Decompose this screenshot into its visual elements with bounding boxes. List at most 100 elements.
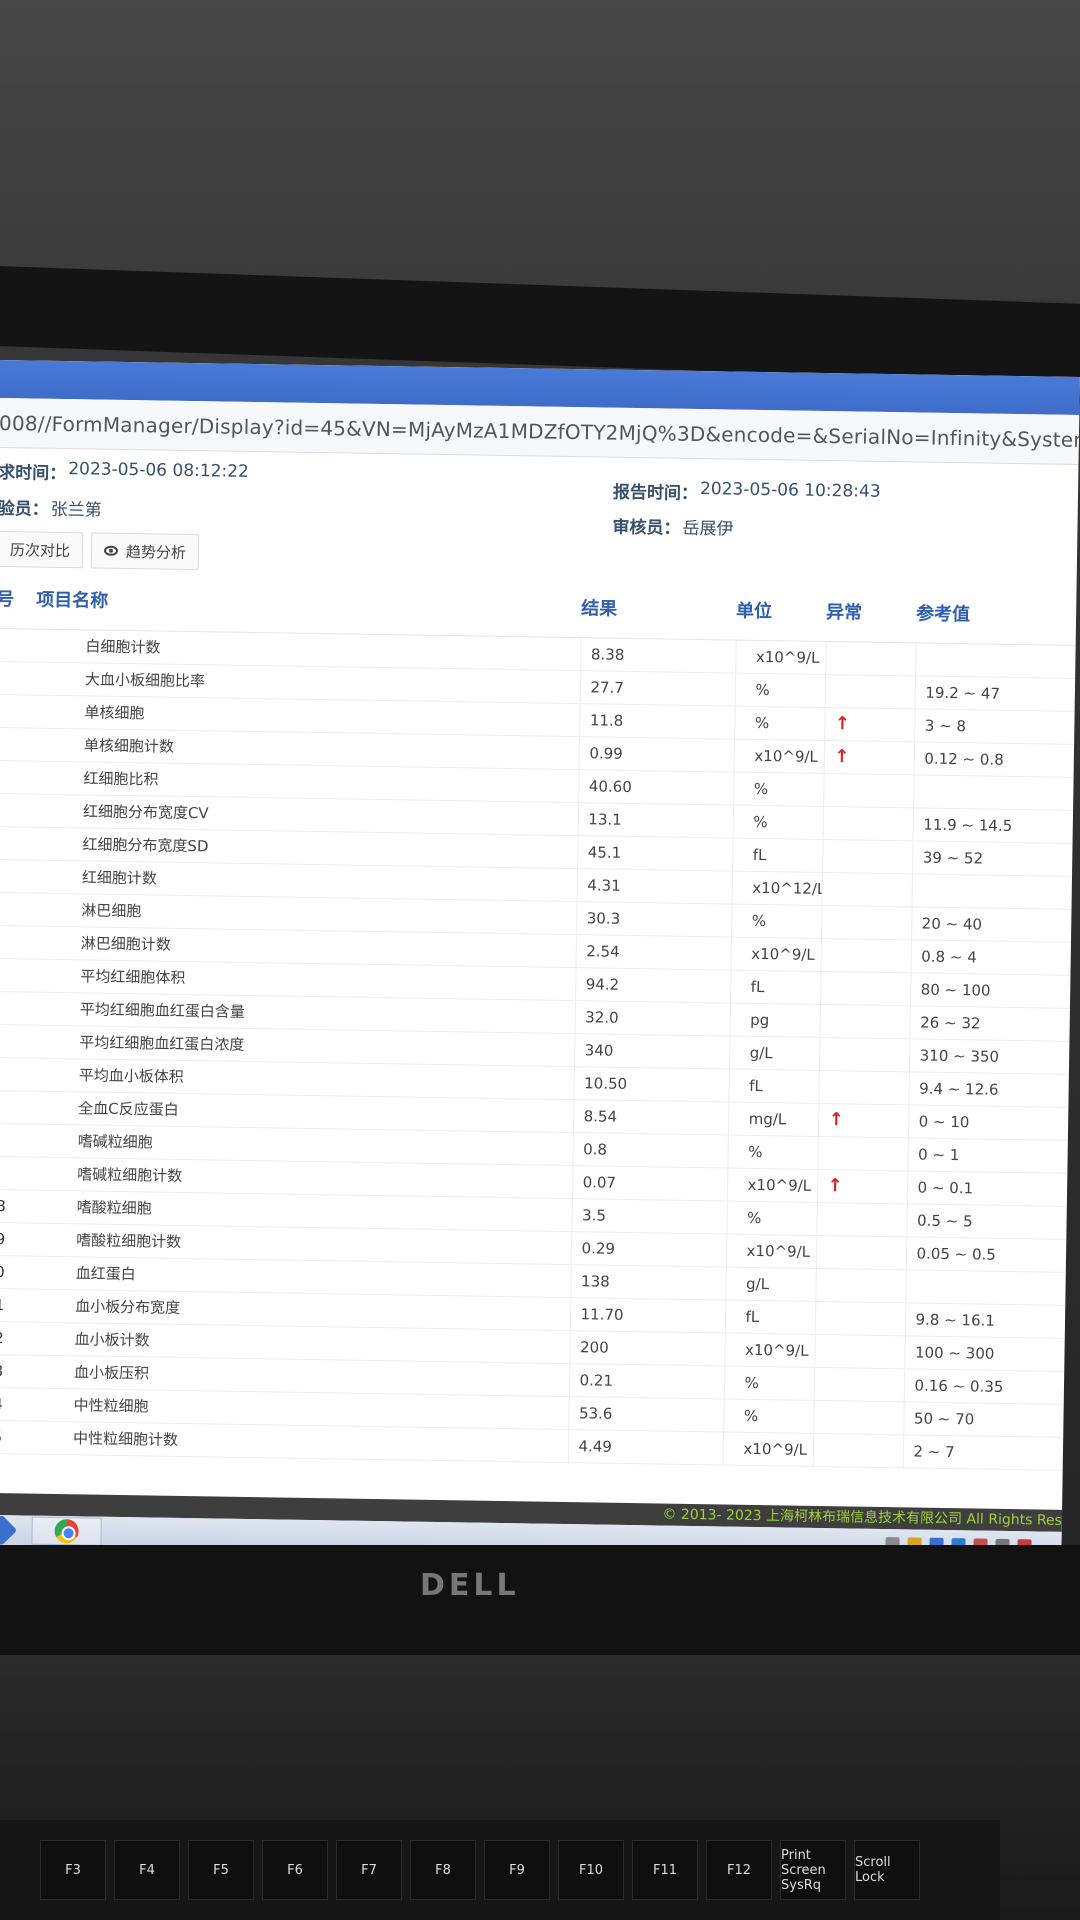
windows-start-icon xyxy=(0,1514,18,1546)
row-unit: % xyxy=(733,771,824,806)
row-reference xyxy=(905,1269,1066,1305)
header-index: 号 xyxy=(0,567,37,629)
row-abnormal: ↑ xyxy=(816,1168,908,1204)
address-bar-url[interactable]: 008//FormManager/Display?id=45&VN=MjAyMz… xyxy=(0,410,1079,452)
row-reference: 20 ~ 40 xyxy=(911,906,1072,942)
row-abnormal xyxy=(819,970,911,1006)
row-result: 8.38 xyxy=(580,637,736,673)
row-reference: 50 ~ 70 xyxy=(903,1401,1064,1437)
row-index: 7 xyxy=(0,1155,28,1190)
row-result: 2.54 xyxy=(575,934,732,970)
row-reference: 310 ~ 350 xyxy=(908,1038,1070,1074)
row-abnormal: ↑ xyxy=(823,739,915,775)
row-abnormal xyxy=(819,1003,910,1039)
request-time-value: 2023-05-06 08:12:22 xyxy=(68,459,249,482)
row-result: 340 xyxy=(573,1033,730,1069)
abnormal-up-arrow-icon xyxy=(824,779,834,800)
keyboard: F3 F4 F5 F6 F7 F8 F9 F10 F11 F12 Print Screen SysR… xyxy=(0,1820,1000,1920)
row-index: 1 xyxy=(0,957,31,992)
row-unit: % xyxy=(731,903,822,938)
reviewer: 审核员： 岳展伊 xyxy=(612,513,733,540)
row-unit: % xyxy=(734,672,826,707)
row-result: 40.60 xyxy=(578,769,734,805)
copyright-text: © 2013- 2023 上海柯林布瑞信息技术有限公司 All Rights R… xyxy=(662,1506,1063,1529)
row-abnormal xyxy=(825,641,916,676)
abnormal-up-arrow-icon xyxy=(823,812,833,833)
keyboard-key[interactable]: F3 xyxy=(40,1840,106,1900)
abnormal-up-arrow-icon xyxy=(815,1340,825,1361)
request-time-label: 求时间： xyxy=(0,462,67,485)
row-result: 10.50 xyxy=(573,1066,729,1102)
row-result: 45.1 xyxy=(577,835,733,871)
keyboard-key[interactable]: F9 xyxy=(484,1840,550,1900)
row-abnormal xyxy=(820,937,912,973)
row-unit: pg xyxy=(729,1002,820,1037)
row-index xyxy=(0,924,32,959)
row-abnormal: ↑ xyxy=(824,706,915,742)
abnormal-up-arrow-icon xyxy=(815,1307,825,1328)
abnormal-up-arrow-icon xyxy=(816,1274,826,1295)
row-index: 23 xyxy=(0,1353,25,1388)
row-result: 0.07 xyxy=(571,1165,728,1201)
keyboard-key[interactable]: F10 xyxy=(558,1840,624,1900)
abnormal-up-arrow-icon xyxy=(821,944,831,965)
keyboard-key[interactable]: F4 xyxy=(114,1840,180,1900)
tester-label: 验员： xyxy=(0,498,49,520)
row-index: 19 xyxy=(0,1221,27,1256)
row-abnormal xyxy=(814,1333,905,1369)
abnormal-up-arrow-icon xyxy=(816,1241,826,1262)
keyboard-key[interactable]: F7 xyxy=(336,1840,402,1900)
row-reference: 0.05 ~ 0.5 xyxy=(905,1236,1067,1272)
row-unit: x10^9/L xyxy=(733,738,825,773)
history-compare-button[interactable]: 历次对比 xyxy=(0,530,84,569)
abnormal-up-arrow-icon xyxy=(822,911,832,932)
row-index: 25 xyxy=(0,1419,24,1454)
row-unit: x10^9/L xyxy=(730,936,822,971)
monitor-brand-logo: DELL xyxy=(420,1568,520,1603)
row-abnormal xyxy=(818,1069,909,1105)
chrome-taskbar-button[interactable] xyxy=(31,1516,102,1546)
trend-analysis-button[interactable]: 趋势分析 xyxy=(90,532,200,571)
row-index: 20 xyxy=(0,1254,26,1289)
row-reference: 0 ~ 0.1 xyxy=(906,1170,1068,1206)
row-unit: x10^12/L xyxy=(731,870,823,905)
abnormal-up-arrow-icon xyxy=(817,1208,827,1229)
row-abnormal xyxy=(813,1366,905,1402)
row-index: 18 xyxy=(0,1188,27,1223)
report-toolbar: 历次对比 趋势分析 xyxy=(0,530,200,571)
start-button[interactable] xyxy=(0,1514,22,1546)
row-abnormal xyxy=(816,1201,907,1237)
keyboard-key[interactable]: Scroll Lock xyxy=(854,1840,920,1900)
abnormal-up-arrow-icon xyxy=(814,1373,824,1394)
abnormal-up-arrow-icon: ↑ xyxy=(834,713,851,735)
row-unit: % xyxy=(723,1398,814,1433)
abnormal-up-arrow-icon xyxy=(814,1406,824,1427)
reviewer-value: 岳展伊 xyxy=(682,518,734,540)
row-unit: % xyxy=(727,1134,818,1169)
row-result: 11.8 xyxy=(579,703,735,739)
row-abnormal xyxy=(815,1234,907,1270)
keyboard-key[interactable]: F11 xyxy=(632,1840,698,1900)
keyboard-key[interactable]: F6 xyxy=(262,1840,328,1900)
row-unit: x10^9/L xyxy=(724,1332,815,1367)
keyboard-key[interactable]: F5 xyxy=(188,1840,254,1900)
row-index xyxy=(0,726,35,761)
abnormal-up-arrow-icon: ↑ xyxy=(828,1109,844,1131)
row-index: 2 xyxy=(0,990,31,1025)
keyboard-key[interactable]: Print Screen SysRq xyxy=(780,1840,846,1900)
row-abnormal xyxy=(822,805,914,841)
abnormal-up-arrow-icon xyxy=(821,977,831,998)
row-reference: 0.8 ~ 4 xyxy=(910,939,1071,975)
row-reference: 19.2 ~ 47 xyxy=(914,675,1076,711)
keyboard-key[interactable]: F12 xyxy=(706,1840,772,1900)
header-name: 项目名称 xyxy=(35,568,582,638)
row-result: 0.21 xyxy=(568,1363,725,1399)
row-abnormal: ↑ xyxy=(817,1102,909,1138)
abnormal-up-arrow-icon xyxy=(826,647,836,668)
row-result: 0.29 xyxy=(570,1231,727,1267)
abnormal-up-arrow-icon xyxy=(818,1142,828,1163)
chrome-icon xyxy=(54,1519,79,1544)
abnormal-up-arrow-icon xyxy=(823,845,833,866)
row-abnormal xyxy=(813,1399,904,1435)
keyboard-key[interactable]: F8 xyxy=(410,1840,476,1900)
